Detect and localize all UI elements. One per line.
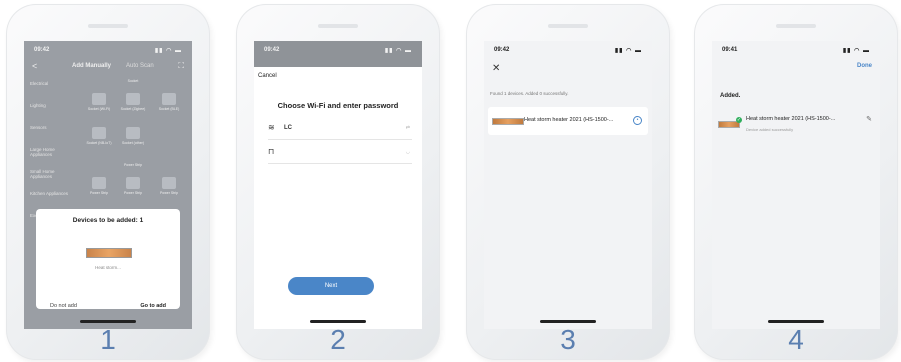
phone-step-1: 09:42 ▮▮ ◠ ▬ < Add Manually Auto Scan ⛶ …: [6, 4, 210, 360]
go-to-add-button[interactable]: Go to add: [140, 303, 166, 309]
nav-bar: < Add Manually Auto Scan ⛶: [24, 61, 192, 75]
status-time: 09:42: [264, 47, 280, 53]
socket-icon: [92, 127, 106, 139]
device-tile-label: Power Strip: [123, 191, 143, 195]
signal-icons: ▮▮ ◠ ▬: [154, 48, 182, 54]
device-tile[interactable]: Socket (NB-IoT): [84, 127, 114, 145]
signal-icons: ▮▮ ◠ ▬: [384, 48, 412, 54]
found-devices-text: Found 1 devices. Added 0 successfully.: [490, 91, 569, 96]
section-label-power-strip: Power Strip: [123, 163, 143, 167]
device-tile[interactable]: Power Strip: [154, 177, 184, 195]
device-name: Heat storm heater 2021 (HS-1500-...: [524, 117, 614, 123]
power-strip-icon: [162, 177, 176, 189]
sidebar-item-electrical[interactable]: Electrical: [30, 81, 74, 103]
section-label-socket: Socket: [127, 79, 139, 83]
heater-device-image: [492, 118, 524, 125]
device-tile[interactable]: Power Strip: [118, 177, 148, 195]
show-password-icon[interactable]: ◡: [406, 149, 410, 155]
back-icon[interactable]: <: [32, 61, 37, 71]
devices-to-add-dialog: Devices to be added: 1 Heat storm... Do …: [36, 209, 180, 309]
status-time: 09:42: [494, 47, 510, 53]
device-tile-label: Socket (Wi-Fi): [87, 107, 111, 111]
sidebar-item-sensors[interactable]: Sensors: [30, 125, 74, 147]
device-tile[interactable]: Socket (Zigbee): [118, 93, 148, 111]
home-indicator: [80, 320, 136, 323]
found-device-card[interactable]: Heat storm heater 2021 (HS-1500-... •: [488, 107, 648, 135]
sidebar-item-large-appliances[interactable]: Large Home Appliances: [30, 147, 74, 169]
dialog-title: Devices to be added: 1: [72, 217, 144, 224]
sidebar-item-small-appliances[interactable]: Small Home Appliances: [30, 169, 74, 191]
status-time: 09:42: [34, 47, 50, 53]
device-tile[interactable]: Power Strip: [84, 177, 114, 195]
signal-icons: ▮▮ ◠ ▬: [842, 48, 870, 54]
done-button[interactable]: Done: [857, 63, 872, 69]
device-tile-label: Socket (BLE): [158, 107, 180, 111]
status-bar: 09:42 ▮▮ ◠ ▬: [264, 47, 412, 57]
device-tile[interactable]: Socket (Wi-Fi): [84, 93, 114, 111]
step-number: 1: [100, 324, 116, 355]
home-indicator: [768, 320, 824, 323]
speaker-slot: [318, 24, 358, 28]
status-bar: 09:42 ▮▮ ◠ ▬: [494, 47, 642, 57]
phone-screen: 09:41 ▮▮ ◠ ▬ Done Added. ✓ Heat storm he…: [712, 41, 880, 329]
socket-icon: [126, 127, 140, 139]
speaker-slot: [776, 24, 816, 28]
tab-add-manually[interactable]: Add Manually: [72, 63, 111, 69]
sidebar-item-lighting[interactable]: Lighting: [30, 103, 74, 125]
phone-step-2: 09:42 ▮▮ ◠ ▬ Cancel Choose Wi-Fi and ent…: [236, 4, 440, 360]
signal-icons: ▮▮ ◠ ▬: [614, 48, 642, 54]
step-number: 3: [560, 324, 576, 355]
wifi-name-field[interactable]: ≋ LC ⇄: [268, 121, 412, 140]
phone-screen: 09:42 ▮▮ ◠ ▬ ✕ Found 1 devices. Added 0 …: [484, 41, 652, 329]
speaker-slot: [548, 24, 588, 28]
wifi-page-title: Choose Wi-Fi and enter password: [277, 101, 399, 110]
device-tile-label: Power Strip: [89, 191, 109, 195]
lock-icon: ⊓: [268, 147, 275, 156]
scan-icon[interactable]: ⛶: [178, 61, 184, 71]
phone-step-4: 09:41 ▮▮ ◠ ▬ Done Added. ✓ Heat storm he…: [694, 4, 898, 360]
phone-screen: 09:42 ▮▮ ◠ ▬ Cancel Choose Wi-Fi and ent…: [254, 41, 422, 329]
device-tile[interactable]: Socket (other): [118, 127, 148, 145]
status-bar: 09:42 ▮▮ ◠ ▬: [34, 47, 182, 57]
socket-icon: [162, 93, 176, 105]
device-tile[interactable]: Socket (BLE): [154, 93, 184, 111]
added-heading: Added.: [720, 93, 741, 99]
select-radio-icon[interactable]: •: [633, 116, 642, 125]
step-number: 2: [330, 324, 346, 355]
do-not-add-button[interactable]: Do not add: [50, 303, 77, 309]
device-tile-label: Socket (Zigbee): [120, 107, 146, 111]
phone-step-3: 09:42 ▮▮ ◠ ▬ ✕ Found 1 devices. Added 0 …: [466, 4, 670, 360]
device-tile-label: Power Strip: [159, 191, 179, 195]
wifi-icon: ≋: [268, 123, 275, 132]
password-field[interactable]: ⊓ ◡: [268, 145, 412, 164]
power-strip-icon: [92, 177, 106, 189]
wifi-name-value: LC: [284, 125, 292, 131]
status-time: 09:41: [722, 47, 738, 53]
device-name: Heat storm heater 2021 (HS-1500-...: [746, 116, 836, 122]
status-bar: 09:41 ▮▮ ◠ ▬: [722, 47, 870, 57]
speaker-slot: [88, 24, 128, 28]
socket-icon: [92, 93, 106, 105]
socket-icon: [126, 93, 140, 105]
cancel-button[interactable]: Cancel: [258, 73, 277, 79]
power-strip-icon: [126, 177, 140, 189]
next-button[interactable]: Next: [288, 277, 374, 295]
edit-icon[interactable]: ✎: [866, 115, 872, 123]
switch-network-icon[interactable]: ⇄: [406, 125, 410, 131]
dialog-device-name: Heat storm...: [95, 265, 121, 270]
success-check-icon: ✓: [736, 117, 742, 123]
home-indicator: [310, 320, 366, 323]
close-icon[interactable]: ✕: [492, 63, 500, 74]
phone-screen: 09:42 ▮▮ ◠ ▬ < Add Manually Auto Scan ⛶ …: [24, 41, 192, 329]
step-number: 4: [788, 324, 804, 355]
device-added-status: Device added successfully: [746, 127, 794, 132]
device-tile-label: Socket (other): [122, 141, 144, 145]
device-tile-label: Socket (NB-IoT): [86, 141, 112, 145]
tab-auto-scan[interactable]: Auto Scan: [126, 63, 154, 69]
heater-device-image: [86, 248, 132, 258]
home-indicator: [540, 320, 596, 323]
